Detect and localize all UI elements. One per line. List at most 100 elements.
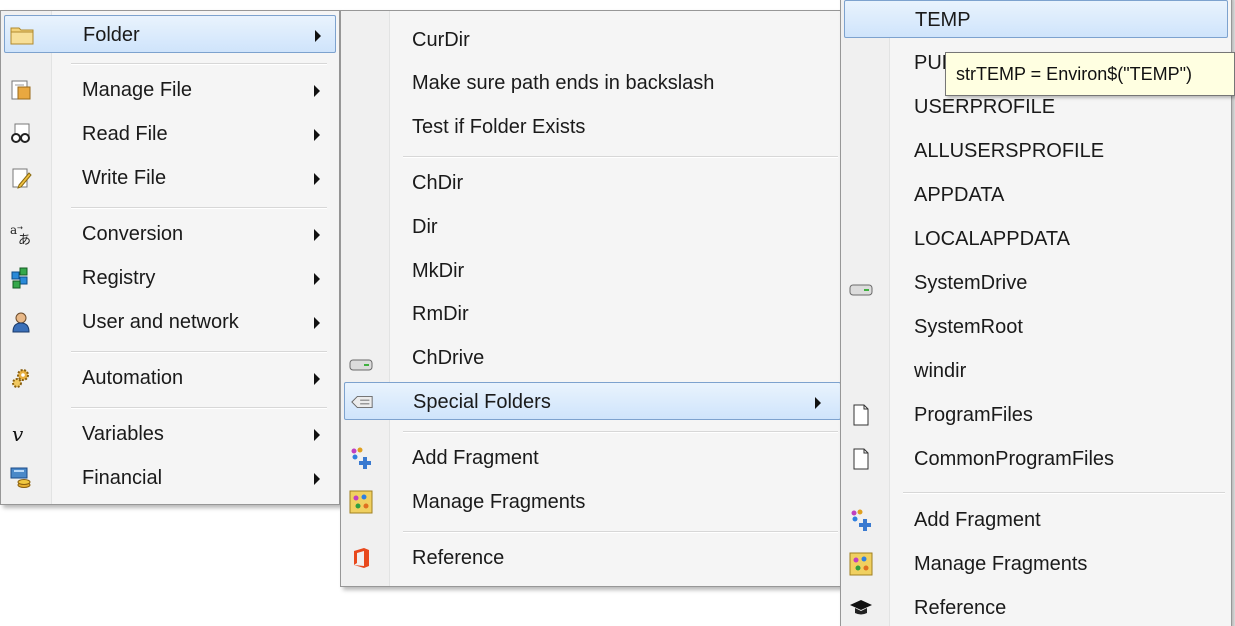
folder-menu-label: CurDir: [412, 29, 470, 51]
main-menu-label: Financial: [82, 467, 163, 489]
menu-separator: [71, 407, 327, 409]
special-folders-icon: [350, 390, 374, 414]
special-menu-label: windir: [914, 360, 967, 382]
special-menu-label: Reference: [914, 597, 1007, 619]
submenu-arrow-icon: [315, 30, 321, 42]
folder-menu-label: Manage Fragments: [412, 491, 586, 513]
folder-menu-item-special-folders[interactable]: Special Folders: [344, 382, 841, 420]
folder-submenu: CurDir Make sure path ends in backslash …: [340, 10, 845, 587]
submenu-arrow-icon: [314, 373, 320, 385]
special-menu-item-windir[interactable]: windir: [844, 352, 1228, 390]
main-menu-label: Automation: [82, 367, 184, 389]
special-menu-item-allusersprofile[interactable]: ALLUSERSPROFILE: [844, 132, 1228, 170]
special-menu-label: LOCALAPPDATA: [914, 228, 1070, 250]
folder-menu-item-add-fragment[interactable]: Add Fragment: [344, 439, 841, 477]
folder-menu-item-path-backslash[interactable]: Make sure path ends in backslash: [344, 64, 841, 102]
folder-menu-item-chdir[interactable]: ChDir: [344, 164, 841, 202]
special-menu-label: TEMP: [915, 9, 971, 31]
special-menu-label: Add Fragment: [914, 509, 1041, 531]
special-menu-item-localappdata[interactable]: LOCALAPPDATA: [844, 220, 1228, 258]
folder-menu-label: Special Folders: [413, 391, 551, 413]
svg-text:v: v: [12, 423, 24, 445]
special-menu-item-systemdrive[interactable]: SystemDrive: [844, 264, 1228, 302]
mortarboard-icon: [849, 596, 873, 620]
special-menu-label: ALLUSERSPROFILE: [914, 140, 1105, 162]
svg-text:あ: あ: [18, 233, 31, 246]
main-menu-item-registry[interactable]: Registry: [4, 259, 336, 297]
document-icon: [849, 403, 873, 427]
special-menu-label: APPDATA: [914, 184, 1005, 206]
special-menu-label: ProgramFiles: [914, 404, 1033, 426]
screen: Folder Manage File Read File Write File: [0, 0, 1235, 626]
main-menu-label: Write File: [82, 167, 167, 189]
main-menu-item-read-file[interactable]: Read File: [4, 115, 336, 153]
main-menu-item-folder[interactable]: Folder: [4, 15, 336, 53]
folder-menu-item-dir[interactable]: Dir: [344, 208, 841, 246]
folder-menu-label: Dir: [412, 216, 438, 238]
drive-icon: [849, 278, 873, 302]
special-menu-label: CommonProgramFiles: [914, 448, 1115, 470]
submenu-arrow-icon: [314, 173, 320, 185]
main-menu-item-financial[interactable]: Financial: [4, 459, 336, 497]
folder-menu-item-reference[interactable]: Reference: [344, 539, 841, 577]
main-menu-label: Read File: [82, 123, 168, 145]
main-menu-label: Folder: [83, 24, 140, 46]
menu-separator: [71, 351, 327, 353]
submenu-arrow-icon: [314, 129, 320, 141]
gears-icon: [9, 366, 33, 390]
manage-file-icon: [9, 78, 33, 102]
manage-fragments-icon: [849, 552, 873, 576]
special-menu-item-temp[interactable]: TEMP: [844, 0, 1228, 38]
folder-menu-label: Add Fragment: [412, 447, 539, 469]
folder-menu-item-chdrive[interactable]: ChDrive: [344, 339, 841, 377]
document-icon: [849, 447, 873, 471]
main-menu-label: Variables: [82, 423, 164, 445]
main-context-menu: Folder Manage File Read File Write File: [0, 10, 340, 505]
special-menu-label: SystemDrive: [914, 272, 1028, 294]
folder-menu-label: Make sure path ends in backslash: [412, 72, 715, 94]
svg-text:→: →: [17, 224, 23, 232]
submenu-arrow-icon: [314, 85, 320, 97]
main-menu-item-conversion[interactable]: a → あ Conversion: [4, 215, 336, 253]
special-menu-item-reference[interactable]: Reference: [844, 589, 1228, 626]
main-menu-item-variables[interactable]: v Variables: [4, 415, 336, 453]
folder-menu-item-mkdir[interactable]: MkDir: [344, 252, 841, 290]
special-menu-item-appdata[interactable]: APPDATA: [844, 176, 1228, 214]
manage-fragments-icon: [349, 490, 373, 514]
special-menu-item-systemroot[interactable]: SystemRoot: [844, 308, 1228, 346]
conversion-icon: a → あ: [9, 222, 33, 246]
folder-menu-label: ChDrive: [412, 347, 485, 369]
main-menu-label: Manage File: [82, 79, 193, 101]
folder-menu-label: RmDir: [412, 303, 469, 325]
submenu-arrow-icon: [314, 317, 320, 329]
menu-separator: [403, 431, 838, 433]
submenu-arrow-icon: [314, 429, 320, 441]
financial-icon: [9, 466, 33, 490]
folder-menu-item-rmdir[interactable]: RmDir: [344, 295, 841, 333]
main-menu-item-write-file[interactable]: Write File: [4, 159, 336, 197]
menu-separator: [403, 531, 838, 533]
main-menu-item-manage-file[interactable]: Manage File: [4, 71, 336, 109]
main-menu-label: Registry: [82, 267, 156, 289]
folder-menu-item-manage-fragments[interactable]: Manage Fragments: [344, 483, 841, 521]
menu-separator: [71, 207, 327, 209]
main-menu-label: User and network: [82, 311, 239, 333]
menu-separator: [71, 63, 327, 65]
special-menu-item-manage-fragments[interactable]: Manage Fragments: [844, 545, 1228, 583]
special-menu-item-add-fragment[interactable]: Add Fragment: [844, 501, 1228, 539]
special-menu-item-programfiles[interactable]: ProgramFiles: [844, 396, 1228, 434]
write-file-icon: [9, 166, 33, 190]
submenu-arrow-icon: [815, 397, 821, 409]
folder-menu-item-curdir[interactable]: CurDir: [344, 21, 841, 59]
add-fragment-icon: [849, 508, 873, 532]
special-menu-label: SystemRoot: [914, 316, 1023, 338]
submenu-arrow-icon: [314, 229, 320, 241]
submenu-arrow-icon: [314, 473, 320, 485]
main-menu-item-automation[interactable]: Automation: [4, 359, 336, 397]
folder-menu-item-test-folder-exists[interactable]: Test if Folder Exists: [344, 108, 841, 146]
folder-menu-label: Reference: [412, 547, 505, 569]
main-menu-item-user-and-network[interactable]: User and network: [4, 303, 336, 341]
folder-menu-label: ChDir: [412, 172, 464, 194]
folder-menu-label: MkDir: [412, 260, 465, 282]
special-menu-item-commonprogramfiles[interactable]: CommonProgramFiles: [844, 440, 1228, 478]
